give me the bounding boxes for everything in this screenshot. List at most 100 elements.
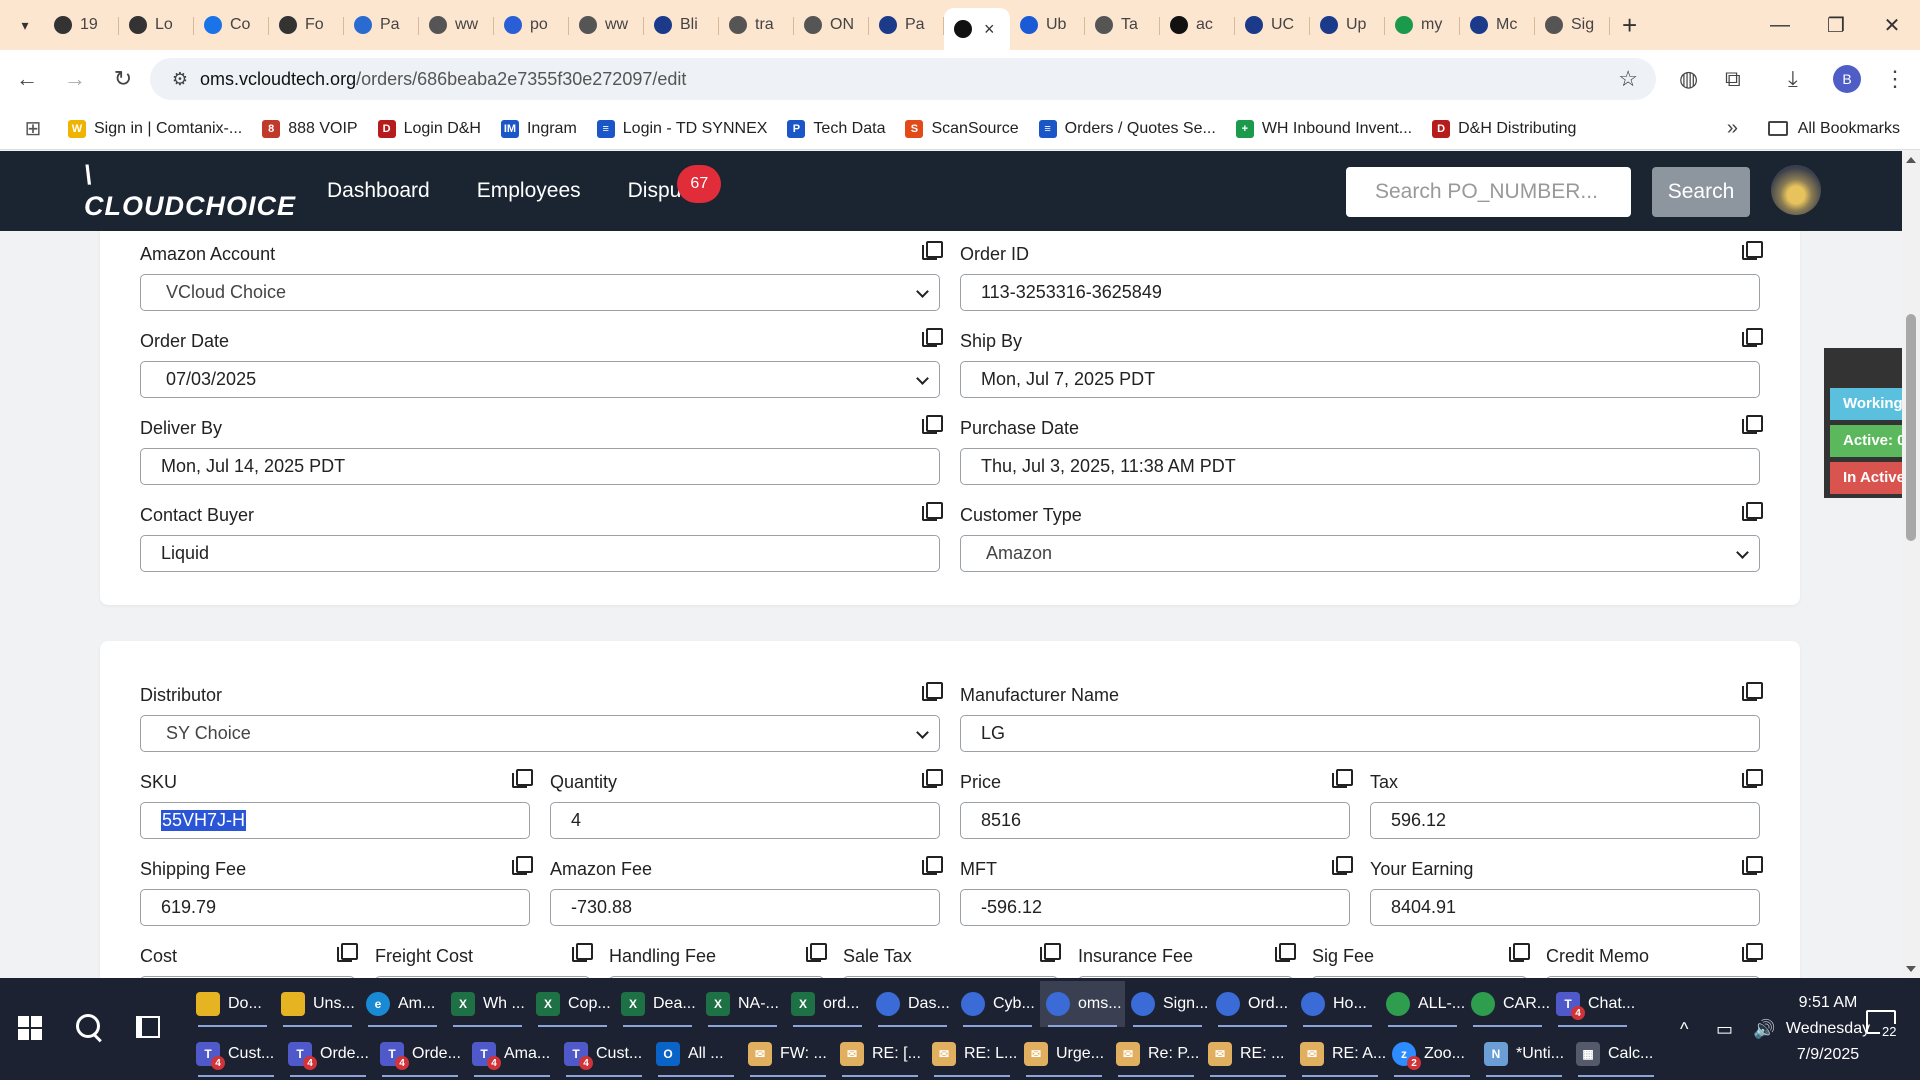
order-id-input[interactable]: 113-3253316-3625849 [960, 274, 1760, 311]
taskbar-window-button[interactable]: X Wh ... [445, 981, 530, 1027]
po-search-input[interactable] [1346, 167, 1631, 217]
taskbar-window-button[interactable]: T 4 Cust... [558, 1031, 650, 1077]
new-tab-button[interactable]: + [1622, 10, 1652, 41]
copy-icon[interactable] [1332, 856, 1353, 875]
translate-icon[interactable]: ◍ [1679, 58, 1698, 100]
taskbar-window-button[interactable]: ▦ Calc... [1570, 1031, 1662, 1077]
taskbar-window-button[interactable]: z 2 Zoo... [1386, 1031, 1478, 1077]
browser-tab[interactable]: tra [719, 7, 794, 43]
copy-icon[interactable] [512, 769, 533, 788]
taskbar-window-button[interactable]: oms... [1040, 981, 1125, 1027]
browser-tab[interactable]: ww [419, 7, 494, 43]
site-info-icon[interactable]: ⚙ [160, 69, 200, 90]
notification-center-icon[interactable]: 22 [1866, 1010, 1899, 1039]
taskbar-window-button[interactable]: T 4 Orde... [282, 1031, 374, 1077]
shipping-fee-input[interactable]: 619.79 [140, 889, 530, 926]
bookmark-item[interactable]: IM Ingram [500, 119, 577, 138]
bookmark-item[interactable]: W Sign in | Comtanix-... [68, 119, 242, 138]
copy-icon[interactable] [1742, 769, 1763, 788]
browser-tab[interactable]: Bli [644, 7, 719, 43]
reload-button[interactable]: ↻ [102, 58, 144, 100]
copy-icon[interactable] [1040, 943, 1061, 962]
taskbar-window-button[interactable]: X Dea... [615, 981, 700, 1027]
user-avatar[interactable] [1771, 165, 1821, 215]
copy-icon[interactable] [806, 943, 827, 962]
copy-icon[interactable] [922, 682, 943, 701]
copy-icon[interactable] [1742, 502, 1763, 521]
copy-icon[interactable] [1509, 943, 1530, 962]
copy-icon[interactable] [922, 769, 943, 788]
taskbar-window-button[interactable]: X Cop... [530, 981, 615, 1027]
taskbar-window-button[interactable]: ✉ Urge... [1018, 1031, 1110, 1077]
copy-icon[interactable] [922, 415, 943, 434]
purchase-date-input[interactable]: Thu, Jul 3, 2025, 11:38 AM PDT [960, 448, 1760, 485]
copy-icon[interactable] [1742, 682, 1763, 701]
mft-input[interactable]: -596.12 [960, 889, 1350, 926]
bookmark-item[interactable]: ≡ Orders / Quotes Se... [1038, 119, 1216, 138]
your-earning-input[interactable]: 8404.91 [1370, 889, 1760, 926]
browser-tab[interactable]: ww [569, 7, 644, 43]
nav-dashboard[interactable]: Dashboard [327, 179, 430, 203]
close-window-button[interactable]: ✕ [1864, 0, 1920, 50]
copy-icon[interactable] [1742, 415, 1763, 434]
amazon-fee-input[interactable]: -730.88 [550, 889, 940, 926]
sku-input[interactable]: 55VH7J-H [140, 802, 530, 839]
browser-tab[interactable]: × [944, 8, 1010, 50]
taskbar-window-button[interactable]: ✉ FW: ... [742, 1031, 834, 1077]
bookmark-item[interactable]: S ScanSource [905, 119, 1019, 138]
browser-tab[interactable]: Pa [344, 7, 419, 43]
page-scrollbar[interactable] [1902, 151, 1920, 978]
browser-tab[interactable]: Mc [1460, 7, 1535, 43]
taskbar-window-button[interactable]: Uns... [275, 981, 360, 1027]
browser-tab[interactable]: Ub [1010, 7, 1085, 43]
tax-input[interactable]: 596.12 [1370, 802, 1760, 839]
copy-icon[interactable] [922, 856, 943, 875]
bookmark-item[interactable]: ≡ Login - TD SYNNEX [596, 119, 767, 138]
taskbar-window-button[interactable]: ✉ RE: A... [1294, 1031, 1386, 1077]
taskbar-window-button[interactable]: T 4 Orde... [374, 1031, 466, 1077]
copy-icon[interactable] [922, 328, 943, 347]
taskbar-window-button[interactable]: ALL-... [1380, 981, 1465, 1027]
amazon-account-select[interactable]: VCloud Choice [140, 274, 940, 311]
taskbar-window-button[interactable]: X NA-... [700, 981, 785, 1027]
copy-icon[interactable] [1742, 241, 1763, 260]
taskbar-window-button[interactable]: ✉ Re: P... [1110, 1031, 1202, 1077]
taskbar-window-button[interactable]: e Am... [360, 981, 445, 1027]
browser-menu-icon[interactable]: ⋮ [1884, 58, 1906, 100]
taskbar-window-button[interactable]: ✉ RE: L... [926, 1031, 1018, 1077]
price-input[interactable]: 8516 [960, 802, 1350, 839]
copy-icon[interactable] [1275, 943, 1296, 962]
network-icon[interactable]: ▭ [1716, 1019, 1733, 1040]
bookmark-item[interactable]: + WH Inbound Invent... [1235, 119, 1412, 138]
all-bookmarks-button[interactable]: All Bookmarks [1767, 120, 1900, 138]
browser-tab[interactable]: UC [1235, 7, 1310, 43]
browser-tab[interactable]: 19 [44, 7, 119, 43]
forward-button[interactable]: → [54, 58, 96, 100]
bookmark-star-icon[interactable]: ☆ [1618, 66, 1638, 92]
task-view-icon[interactable] [136, 1016, 160, 1038]
taskbar-window-button[interactable]: Xord... [785, 981, 870, 1027]
copy-icon[interactable] [1742, 943, 1763, 962]
taskbar-window-button[interactable]: Das... [870, 981, 955, 1027]
copy-icon[interactable] [922, 241, 943, 260]
browser-tab[interactable]: Pa [869, 7, 944, 43]
browser-tab[interactable]: Sig [1535, 7, 1610, 43]
extensions-icon[interactable]: ⧉ [1725, 58, 1741, 100]
taskbar-window-button[interactable]: Cyb... [955, 981, 1040, 1027]
customer-type-select[interactable]: Amazon [960, 535, 1760, 572]
scroll-up-arrow-icon[interactable] [1906, 157, 1916, 163]
copy-icon[interactable] [1742, 328, 1763, 347]
scrollbar-thumb[interactable] [1906, 314, 1916, 541]
browser-tab[interactable]: Lo [119, 7, 194, 43]
browser-tab[interactable]: ON [794, 7, 869, 43]
close-tab-icon[interactable]: × [984, 19, 995, 40]
scroll-down-arrow-icon[interactable] [1906, 966, 1916, 972]
taskbar-window-button[interactable]: Ho... [1295, 981, 1380, 1027]
bookmark-item[interactable]: P Tech Data [787, 119, 885, 138]
bookmark-item[interactable]: 8 888 VOIP [262, 119, 358, 138]
copy-icon[interactable] [337, 943, 358, 962]
taskbar-search-icon[interactable] [76, 1014, 106, 1044]
downloads-icon[interactable]: ⤓ [1788, 58, 1798, 100]
taskbar-window-button[interactable]: CAR... [1465, 981, 1550, 1027]
taskbar-window-button[interactable]: T 4 Chat... [1550, 981, 1635, 1027]
